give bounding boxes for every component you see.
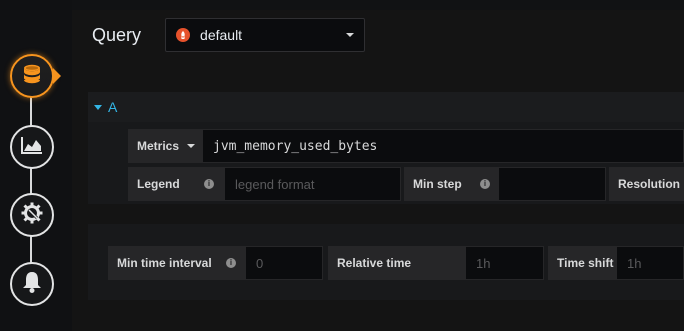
- min-interval-input[interactable]: 0: [245, 246, 323, 280]
- relative-time-label-box: Relative time: [328, 246, 465, 280]
- min-step-input[interactable]: [498, 167, 606, 201]
- active-tab-pointer: [53, 68, 61, 84]
- chevron-down-icon: [346, 33, 355, 37]
- time-shift-placeholder: 1h: [627, 255, 642, 271]
- time-shift-label: Time shift: [557, 256, 614, 270]
- rail-tab-general[interactable]: [10, 193, 54, 237]
- min-interval-label: Min time interval: [117, 256, 212, 270]
- relative-time-label: Relative time: [337, 256, 412, 270]
- relative-time-input[interactable]: 1h: [465, 246, 544, 280]
- query-header: Query default: [92, 18, 366, 52]
- collapse-caret-icon[interactable]: [94, 104, 102, 110]
- min-step-label: Min step: [413, 177, 462, 191]
- metrics-dropdown-label[interactable]: Metrics: [128, 129, 202, 163]
- rail-tab-alert[interactable]: [10, 262, 54, 306]
- time-shift-label-box: Time shift: [548, 246, 616, 280]
- metrics-label: Metrics: [137, 139, 180, 153]
- query-options: Min time interval i 0 Relative time 1h T…: [88, 224, 684, 300]
- resolution-label-box: Resolution: [609, 167, 684, 201]
- legend-label: Legend: [137, 177, 180, 191]
- editor-tab-rail: [0, 0, 72, 331]
- query-title: Query: [92, 24, 142, 45]
- info-icon[interactable]: i: [204, 179, 214, 189]
- metrics-query-text: jvm_memory_used_bytes: [213, 138, 378, 154]
- legend-format-input[interactable]: legend format: [224, 167, 401, 201]
- datasource-picker[interactable]: default: [165, 18, 366, 52]
- min-interval-label-box: Min time interval i: [108, 246, 245, 280]
- database-icon: [21, 63, 43, 90]
- relative-time-placeholder: 1h: [476, 255, 491, 271]
- bell-icon: [21, 270, 43, 299]
- datasource-name: default: [200, 27, 243, 43]
- query-editor-screen: Query default A Metrics jvm_memory_used_…: [0, 0, 684, 331]
- rail-tab-visualization[interactable]: [10, 125, 54, 169]
- query-row-a: A Metrics jvm_memory_used_bytes Legend i…: [88, 92, 684, 204]
- query-row-header[interactable]: A: [88, 92, 684, 122]
- time-shift-input[interactable]: 1h: [616, 246, 684, 280]
- chevron-down-icon: [187, 144, 196, 148]
- query-editor-panel: Query default A Metrics jvm_memory_used_…: [72, 10, 684, 331]
- resolution-label: Resolution: [618, 177, 680, 191]
- info-icon[interactable]: i: [480, 179, 490, 189]
- chart-area-icon: [20, 135, 44, 160]
- legend-label-box: Legend i: [128, 167, 224, 201]
- info-icon[interactable]: i: [226, 258, 236, 268]
- query-ref-id: A: [108, 99, 118, 115]
- rail-tab-queries[interactable]: [10, 54, 54, 98]
- min-step-label-box: Min step i: [404, 167, 498, 201]
- metrics-query-input[interactable]: jvm_memory_used_bytes: [202, 129, 684, 163]
- legend-placeholder: legend format: [235, 176, 315, 192]
- cog-wrench-icon: [20, 201, 44, 230]
- min-interval-placeholder: 0: [256, 255, 264, 271]
- prometheus-icon: [176, 28, 191, 42]
